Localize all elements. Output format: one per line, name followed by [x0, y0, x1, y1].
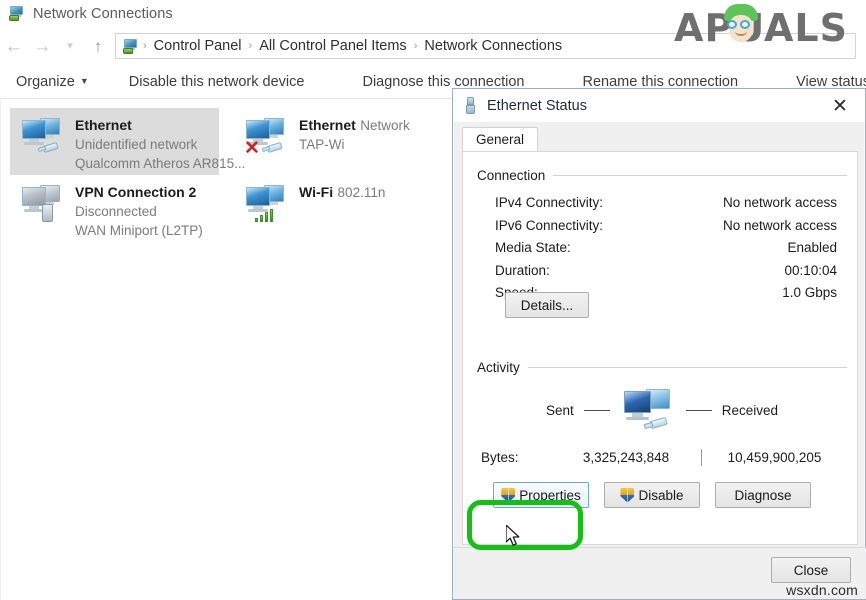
connection-group: Connection IPv4 Connectivity: No network… — [477, 168, 847, 305]
connection-adapter: WAN Miniport (L2TP) — [75, 223, 203, 238]
uac-shield-icon — [620, 488, 634, 503]
uac-shield-icon — [501, 488, 515, 503]
bytes-sent-value: 3,325,243,848 — [551, 450, 701, 465]
connection-name: Ethernet — [299, 117, 356, 133]
dialog-body: General Connection IPv4 Connectivity: No… — [462, 127, 858, 545]
property-value: 1.0 Gbps — [782, 282, 837, 305]
property-label: IPv4 Connectivity: — [495, 192, 603, 215]
connection-name: VPN Connection 2 — [75, 184, 196, 200]
group-divider — [528, 367, 847, 368]
chevron-down-icon[interactable]: ▾ — [56, 32, 84, 60]
activity-indicator-row: Sent Received — [477, 387, 847, 433]
ethernet-disconnected-icon: ✕ — [244, 115, 290, 161]
list-item[interactable]: Wi-Fi 802.11n — [234, 175, 443, 242]
activity-group-header: Activity — [477, 360, 847, 375]
properties-button[interactable]: Properties — [493, 482, 589, 508]
close-button[interactable]: Close — [771, 557, 851, 583]
received-label: Received — [722, 403, 778, 418]
ethernet-status-dialog: Ethernet Status ✕ General Connection IPv… — [452, 88, 866, 600]
sent-label: Sent — [546, 403, 574, 418]
ethernet-adapter-icon — [20, 115, 66, 161]
dialog-title: Ethernet Status — [487, 98, 587, 114]
list-item[interactable]: VPN Connection 2 Disconnected WAN Minipo… — [10, 175, 219, 242]
forward-arrow-icon[interactable]: → — [28, 32, 56, 60]
connection-status: Disconnected — [75, 204, 157, 219]
details-button[interactable]: Details... — [505, 292, 589, 318]
activity-group-label: Activity — [477, 360, 520, 375]
disable-network-device-button[interactable]: Disable this network device — [129, 74, 321, 90]
property-row-ipv6: IPv6 Connectivity: No network access — [495, 215, 837, 238]
connection-adapter: 802.11n — [338, 185, 386, 200]
window-title: Network Connections — [33, 6, 173, 22]
property-row-ipv4: IPv4 Connectivity: No network access — [495, 192, 837, 215]
network-connections-icon — [8, 5, 25, 22]
connection-adapter: Qualcomm Atheros AR815... — [75, 156, 245, 171]
activity-group: Activity Sent Received — [477, 360, 847, 466]
properties-button-label: Properties — [519, 488, 581, 503]
appuals-letter-a: A — [674, 6, 704, 50]
bytes-received-value: 10,459,900,205 — [702, 450, 847, 465]
property-label: Media State: — [495, 237, 571, 260]
wifi-adapter-icon — [244, 182, 290, 228]
tab-strip: General — [462, 127, 858, 151]
bytes-label: Bytes: — [477, 450, 551, 465]
connection-status: Unidentified network — [75, 137, 197, 152]
connection-adapter: TAP-Wi — [299, 137, 345, 152]
breadcrumb-network-connections-icon — [122, 38, 139, 55]
organize-label: Organize — [16, 74, 75, 90]
dialog-action-buttons: Properties Disable Diagnose — [493, 482, 811, 508]
breadcrumb-separator: › — [247, 40, 255, 52]
received-line — [686, 410, 712, 411]
breadcrumb-item-control-panel[interactable]: Control Panel — [151, 38, 245, 54]
connection-status: Network — [360, 118, 410, 133]
connection-name: Ethernet — [75, 117, 132, 133]
up-arrow-icon[interactable]: ↑ — [84, 32, 112, 60]
connection-group-header: Connection — [477, 168, 847, 183]
close-icon[interactable]: ✕ — [819, 89, 861, 122]
disable-button[interactable]: Disable — [604, 482, 700, 508]
sent-line — [584, 410, 610, 411]
bytes-row: Bytes: 3,325,243,848 10,459,900,205 — [477, 449, 847, 466]
breadcrumb-separator: › — [412, 40, 420, 52]
list-item[interactable]: Ethernet Unidentified network Qualcomm A… — [10, 108, 219, 175]
dialog-title-bar: Ethernet Status ✕ — [453, 89, 865, 122]
group-divider — [553, 175, 847, 176]
appuals-watermark: APUALS — [674, 6, 848, 50]
chevron-down-icon: ▼ — [80, 76, 89, 86]
status-icon — [463, 97, 478, 114]
property-label: IPv6 Connectivity: — [495, 215, 603, 238]
tab-general[interactable]: General — [462, 127, 538, 151]
property-value: 00:10:04 — [784, 260, 837, 283]
appuals-mascot-icon — [722, 4, 762, 46]
signal-bars-icon — [255, 208, 276, 222]
vpn-adapter-icon — [20, 182, 66, 228]
list-item[interactable]: ✕ Ethernet Network TAP-Wi — [234, 108, 443, 175]
connection-properties: IPv4 Connectivity: No network access IPv… — [477, 192, 847, 305]
network-activity-icon — [620, 387, 676, 433]
property-label: Duration: — [495, 260, 550, 283]
tab-panel-general: Connection IPv4 Connectivity: No network… — [462, 151, 858, 545]
property-value: No network access — [723, 192, 837, 215]
organize-menu-button[interactable]: Organize ▼ — [16, 74, 129, 90]
mouse-cursor-icon — [506, 525, 522, 547]
breadcrumb-item-all-control-panel-items[interactable]: All Control Panel Items — [256, 38, 409, 54]
property-row-media-state: Media State: Enabled — [495, 237, 837, 260]
property-value: No network access — [723, 215, 837, 238]
back-arrow-icon[interactable]: ← — [0, 32, 28, 60]
error-x-icon: ✕ — [244, 141, 260, 157]
connection-group-label: Connection — [477, 168, 545, 183]
breadcrumb-separator: › — [141, 40, 149, 52]
screenshot-root: Network Connections ← → ▾ ↑ › Control Pa… — [0, 0, 866, 600]
diagnose-button[interactable]: Diagnose — [715, 482, 811, 508]
breadcrumb-item-network-connections[interactable]: Network Connections — [421, 38, 565, 54]
disable-button-label: Disable — [638, 488, 683, 503]
connection-name: Wi-Fi — [299, 184, 333, 200]
site-watermark: wsxdn.com — [786, 582, 858, 598]
property-row-duration: Duration: 00:10:04 — [495, 260, 837, 283]
property-value: Enabled — [787, 237, 837, 260]
